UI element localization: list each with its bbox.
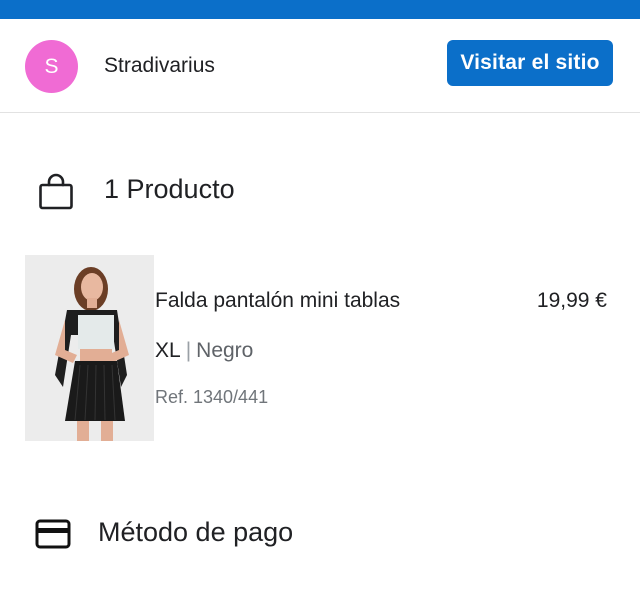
store-avatar: S	[25, 40, 78, 93]
store-name: Stradivarius	[104, 54, 215, 77]
product-photo	[25, 255, 154, 441]
product-price: 19,99 €	[536, 289, 607, 312]
product-color: Negro	[196, 339, 254, 362]
product-name: Falda pantalón mini tablas	[155, 289, 401, 312]
top-status-bar	[0, 0, 640, 19]
shopping-bag-icon	[39, 173, 73, 210]
product-size: XL	[155, 339, 181, 362]
product-variant: XL | Negro	[155, 339, 253, 363]
product-reference: Ref. 1340/441	[155, 387, 269, 407]
variant-separator: |	[185, 339, 192, 362]
products-section-title: 1 Producto	[104, 174, 235, 204]
payment-method-title: Método de pago	[98, 517, 294, 547]
visit-site-button[interactable]: Visitar el sitio	[447, 40, 613, 86]
product-image	[25, 255, 154, 441]
credit-card-icon	[35, 519, 71, 549]
store-header: S Stradivarius Visitar el sitio	[0, 19, 640, 113]
